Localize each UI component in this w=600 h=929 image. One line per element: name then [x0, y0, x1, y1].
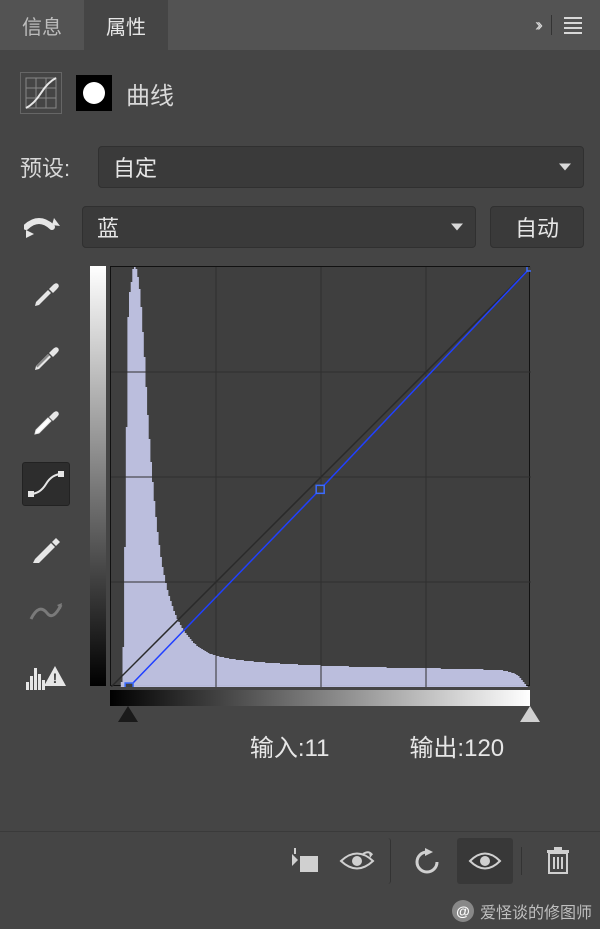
channel-value: 蓝 [97, 211, 119, 243]
clip-to-layer-button[interactable] [277, 838, 333, 884]
pencil-curve-tool[interactable] [22, 526, 70, 570]
tab-properties[interactable]: 属性 [84, 0, 168, 52]
eyedropper-gray-icon[interactable] [22, 334, 70, 378]
panel-footer [0, 831, 600, 889]
divider [551, 15, 552, 35]
output-readout: 输出:120 [409, 728, 504, 763]
properties-panel: 曲线 预设: 自定 蓝 自动 [0, 50, 600, 929]
white-point-slider[interactable] [520, 706, 540, 722]
eyedropper-black-icon[interactable] [22, 270, 70, 314]
preset-row: 预设: 自定 [0, 124, 600, 198]
input-gradient-bar[interactable] [110, 690, 530, 706]
adjustment-title: 曲线 [126, 76, 174, 111]
adjustment-header: 曲线 [0, 50, 600, 124]
chevron-down-icon [559, 164, 571, 171]
preset-label: 预设: [20, 151, 84, 183]
delete-button[interactable] [530, 838, 586, 884]
weibo-icon: @ [452, 900, 474, 922]
svg-text:!: ! [53, 670, 58, 686]
tab-bar: 信息 属性 ›› [0, 0, 600, 50]
preset-value: 自定 [113, 151, 157, 183]
chevron-down-icon [451, 224, 463, 231]
tool-strip: ! [16, 266, 76, 763]
view-previous-button[interactable] [335, 838, 391, 884]
finger-tool-icon[interactable] [24, 212, 64, 242]
io-readout: 输入:11 输出:120 [90, 706, 584, 763]
tab-info[interactable]: 信息 [0, 0, 84, 52]
channel-select[interactable]: 蓝 [82, 206, 476, 248]
input-readout: 输入:11 [250, 728, 330, 763]
watermark: @ 爱怪谈的修图师 [452, 899, 592, 923]
black-point-slider[interactable] [118, 706, 138, 722]
preset-select[interactable]: 自定 [98, 146, 584, 188]
curves-adjustment-icon[interactable] [20, 72, 62, 114]
curves-editor: ! 输入:11 输出:120 [0, 260, 600, 763]
point-curve-tool[interactable] [22, 462, 70, 506]
auto-button[interactable]: 自动 [490, 206, 584, 248]
layer-mask-icon[interactable] [76, 75, 112, 111]
histogram-clip-warning-icon[interactable]: ! [22, 654, 70, 698]
panel-menu-icon[interactable] [564, 17, 582, 34]
curve-plot[interactable] [110, 266, 530, 686]
collapse-icon[interactable]: ›› [535, 15, 539, 36]
divider [521, 847, 522, 875]
channel-row: 蓝 自动 [0, 198, 600, 260]
graph-area: 输入:11 输出:120 [90, 266, 584, 763]
reset-button[interactable] [399, 838, 455, 884]
eyedropper-white-icon[interactable] [22, 398, 70, 442]
smooth-curve-tool [22, 590, 70, 634]
visibility-toggle[interactable] [457, 838, 513, 884]
output-gradient-bar [90, 266, 106, 686]
